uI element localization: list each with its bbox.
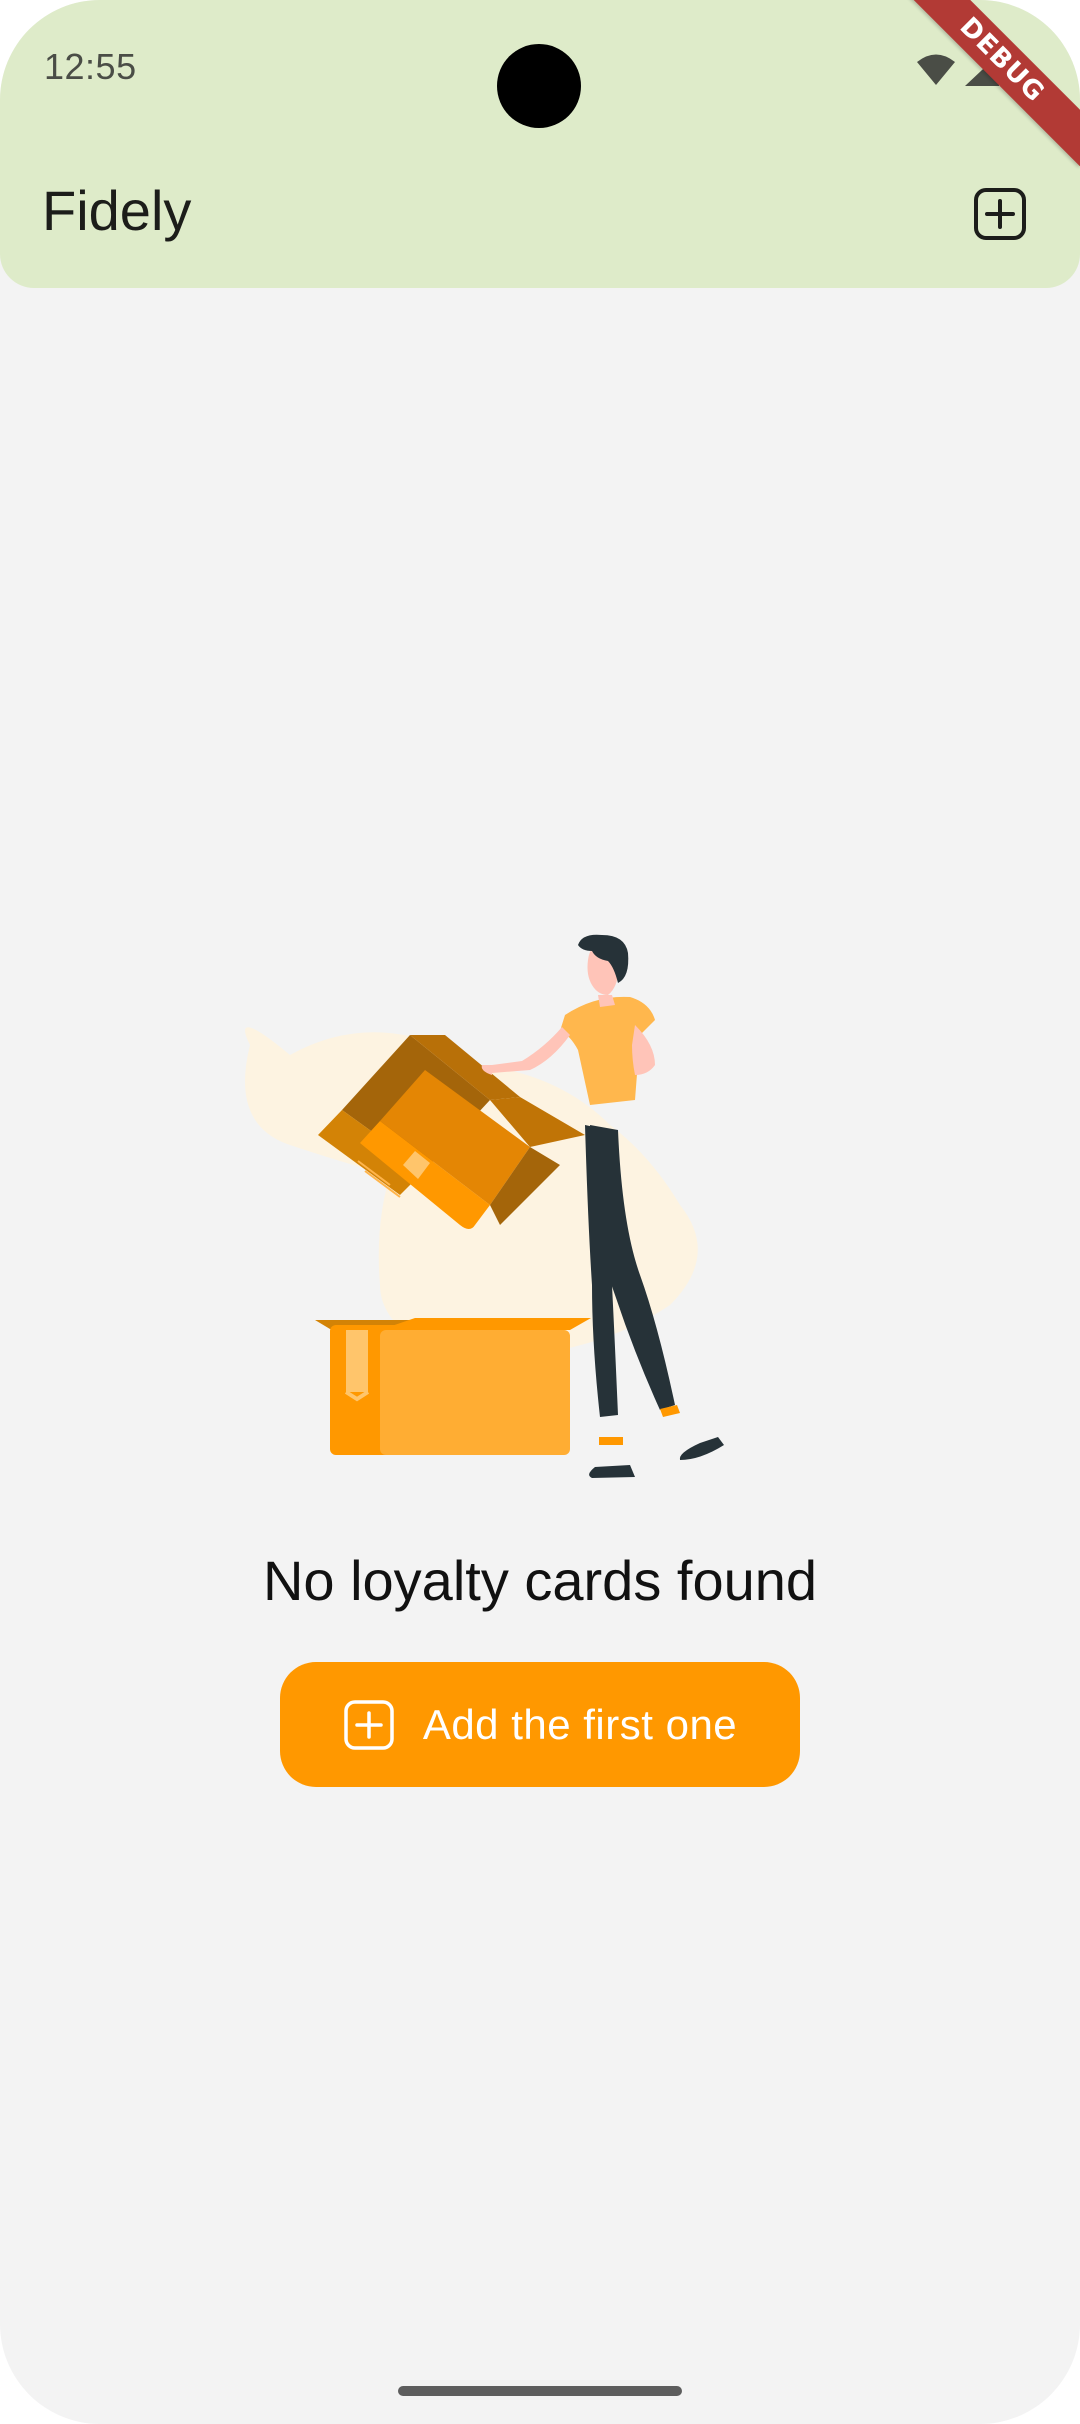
empty-state-illustration <box>245 934 724 1478</box>
add-first-card-label: Add the first one <box>422 1700 738 1748</box>
camera-cutout <box>497 44 581 128</box>
status-time: 12:55 <box>44 46 137 87</box>
add-box-icon <box>974 188 1026 240</box>
add-first-card-button[interactable]: Add the first one <box>280 1662 800 1787</box>
gesture-nav-handle[interactable] <box>398 2386 682 2396</box>
wifi-icon <box>917 54 955 85</box>
add-box-icon <box>344 1699 394 1750</box>
page-title: Fidely <box>42 179 192 242</box>
app-bar: 12:55 DEBUG Fidely <box>0 0 1080 288</box>
empty-state-message: No loyalty cards found <box>262 1549 818 1612</box>
screen: 12:55 DEBUG Fidely No loyalty cards foun… <box>0 0 1080 2424</box>
add-card-button[interactable] <box>972 186 1028 242</box>
open-box <box>315 1318 591 1455</box>
